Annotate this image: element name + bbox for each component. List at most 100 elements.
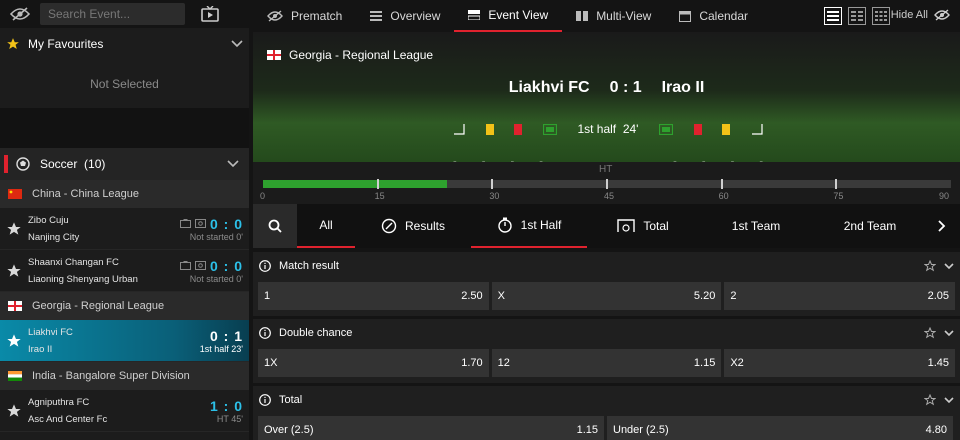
corner-icon <box>751 123 763 135</box>
event-score: 0 : 1 <box>609 79 642 96</box>
market-title: Double chance <box>279 327 353 339</box>
event-scoreline: Liakhvi FC 0 : 1 Irao II <box>253 79 960 97</box>
filter-total[interactable]: Total <box>587 204 699 248</box>
eye-slash-icon <box>934 9 950 21</box>
hide-eye-icon[interactable] <box>0 0 40 28</box>
chevron-down-icon <box>944 396 954 403</box>
timeline-tick-label: 45 <box>604 191 615 201</box>
star-outline-icon[interactable] <box>0 221 28 237</box>
event-league-name: Georgia - Regional League <box>289 48 434 62</box>
tab-event-view[interactable]: Event View <box>454 0 563 32</box>
half-time-label: HT <box>599 164 613 175</box>
soccer-ball-icon <box>16 157 30 171</box>
market-header[interactable]: Double chance <box>253 319 960 347</box>
red-card-icon <box>693 123 702 135</box>
match-row[interactable]: Shaanxi Changan FC Liaoning Shenyang Urba… <box>0 250 249 292</box>
info-icon <box>259 394 271 406</box>
odds-row: 1 2.50 X 5.20 2 2.05 <box>253 280 960 316</box>
match-row[interactable]: Zibo Cuju Nanjing City 0 : 0 Not started … <box>0 208 249 250</box>
league-header[interactable]: China - China League <box>0 180 249 208</box>
filter-all[interactable]: All <box>297 204 355 248</box>
red-card-icon <box>514 123 523 135</box>
market-title: Match result <box>279 260 339 272</box>
filter-2nd-team[interactable]: 2nd Team <box>813 204 927 248</box>
search-market-button[interactable] <box>253 204 297 248</box>
ball-slash-icon <box>381 218 397 234</box>
odds-button[interactable]: 1X 1.70 <box>258 349 489 377</box>
chevron-down-icon <box>944 262 954 269</box>
timeline-tick-label: 30 <box>489 191 500 201</box>
layout-switcher <box>824 7 890 25</box>
odds-label: X2 <box>730 357 744 369</box>
info-icon <box>259 327 271 339</box>
league-name: Georgia - Regional League <box>32 300 165 312</box>
market-header[interactable]: Total <box>253 386 960 414</box>
odds-button[interactable]: 2 2.05 <box>724 282 956 310</box>
home-team: Zibo Cuju <box>28 214 69 226</box>
odds-button[interactable]: 12 1.15 <box>491 349 722 377</box>
multi-view-icon <box>576 11 589 21</box>
star-outline-icon[interactable] <box>0 333 28 349</box>
timeline-progress <box>263 180 447 188</box>
favourites-header[interactable]: My Favourites <box>0 28 249 60</box>
odds-value: 1.45 <box>927 357 950 369</box>
odds-row: Over (2.5) 1.15 Under (2.5) 4.80 <box>253 414 960 440</box>
match-row[interactable]: Agniputhra FC Asc And Center Fc 1 : 0 HT … <box>0 390 249 432</box>
main-panel: Prematch Overview Event View Multi-View … <box>253 0 960 440</box>
favourites-label: My Favourites <box>28 37 104 51</box>
tab-calendar[interactable]: Calendar <box>665 0 762 32</box>
georgia-flag-icon <box>267 50 281 60</box>
tab-prematch[interactable]: Prematch <box>253 0 356 32</box>
search-input[interactable]: Search Event... <box>40 3 185 25</box>
scroll-right-button[interactable] <box>927 204 957 248</box>
market-block: Match result 1 2.50 X 5.20 2 2.05 <box>253 252 960 316</box>
match-score: 0 : 0 <box>209 257 243 274</box>
tv-icon[interactable] <box>185 0 235 28</box>
league-header[interactable]: India - Bangalore Super Division <box>0 362 249 390</box>
sport-header-soccer[interactable]: Soccer (10) <box>0 148 249 180</box>
odds-value: 1.70 <box>461 357 483 369</box>
odds-button[interactable]: X2 1.45 <box>724 349 956 377</box>
odds-button[interactable]: X 5.20 <box>491 282 722 310</box>
market-header[interactable]: Match result <box>253 252 960 280</box>
info-icon <box>259 260 271 272</box>
tab-label: Multi-View <box>596 9 652 23</box>
goal-icon <box>617 219 636 232</box>
single-column-layout-icon[interactable] <box>824 7 842 25</box>
star-outline-icon <box>924 260 936 272</box>
two-column-layout-icon[interactable] <box>848 7 866 25</box>
substitution-icon <box>659 123 674 135</box>
stopwatch-icon <box>497 217 512 233</box>
event-period: 1st half <box>577 122 617 136</box>
star-outline-icon[interactable] <box>0 263 28 279</box>
filter-1st-half[interactable]: 1st Half <box>471 204 587 248</box>
away-team: Asc And Center Fc <box>28 413 108 425</box>
filter-label: 1st Team <box>731 219 781 233</box>
chevron-down-icon <box>944 329 954 336</box>
tab-overview[interactable]: Overview <box>356 0 454 32</box>
odds-button[interactable]: Over (2.5) 1.15 <box>258 416 604 440</box>
star-outline-icon[interactable] <box>0 403 28 419</box>
georgia-flag-icon <box>8 301 22 311</box>
chevron-down-icon[interactable] <box>231 40 243 48</box>
odds-button[interactable]: 1 2.50 <box>258 282 489 310</box>
filter-results[interactable]: Results <box>355 204 471 248</box>
substitution-icon <box>542 123 557 135</box>
match-status: 1st half 23' <box>199 343 243 354</box>
list-icon <box>370 11 383 21</box>
odds-label: Over (2.5) <box>264 424 314 436</box>
timeline-tick-label: 90 <box>939 191 950 201</box>
filter-1st-team[interactable]: 1st Team <box>699 204 813 248</box>
chevron-down-icon[interactable] <box>227 160 239 168</box>
hide-all-button[interactable]: Hide All <box>891 9 950 21</box>
three-column-layout-icon[interactable] <box>872 7 890 25</box>
match-row-selected[interactable]: Liakhvi FC Irao II 0 : 1 1st half 23' <box>0 320 249 362</box>
tab-multi-view[interactable]: Multi-View <box>562 0 665 32</box>
corner-icon <box>453 123 465 135</box>
timeline-tick <box>835 179 838 189</box>
league-header[interactable]: Georgia - Regional League <box>0 292 249 320</box>
odds-button[interactable]: Under (2.5) 4.80 <box>607 416 953 440</box>
match-timeline: HT 0 15 30 45 60 75 90 <box>253 162 960 204</box>
match-score: 0 : 0 <box>209 215 243 232</box>
odds-label: 12 <box>497 357 510 369</box>
